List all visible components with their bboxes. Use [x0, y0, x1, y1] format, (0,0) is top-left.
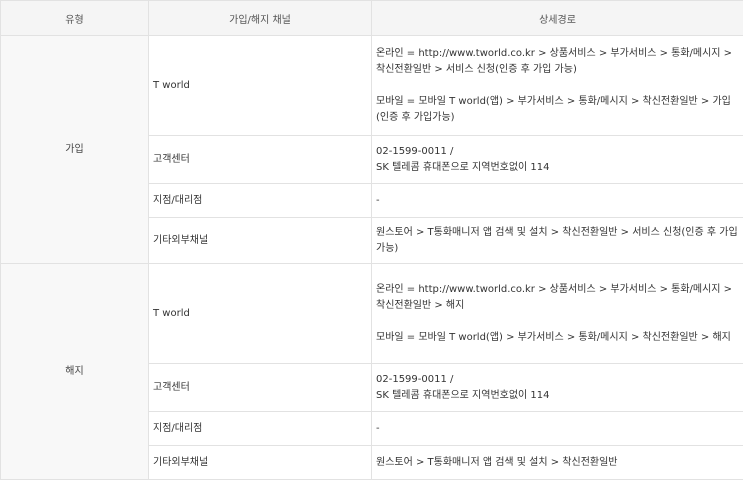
- channel-tworld: T world: [148, 35, 372, 136]
- table-header-row: 유형 가입/해지 채널 상세경로: [0, 0, 743, 36]
- phone-number: 02-1599-0011 /: [376, 145, 454, 157]
- table-row: 해지 T world 온라인 = http://www.tworld.co.kr…: [0, 263, 743, 480]
- detail-external: 원스토어 > T통화매니저 앱 검색 및 설치 > 착신전환일반 > 서비스 신…: [371, 217, 743, 264]
- detail-customer-center: 02-1599-0011 / SK 텔레콤 휴대폰으로 지역번호없이 114: [371, 363, 743, 412]
- online-path: 온라인 = http://www.tworld.co.kr > 상품서비스 > …: [376, 47, 733, 75]
- type-cancel: 해지: [0, 263, 149, 480]
- header-type: 유형: [0, 0, 149, 36]
- channel-tworld: T world: [148, 263, 372, 364]
- detail-branch: -: [371, 183, 743, 218]
- channel-customer-center: 고객센터: [148, 363, 372, 412]
- phone-note: SK 텔레콤 휴대폰으로 지역번호없이 114: [376, 389, 550, 401]
- type-subscribe: 가입: [0, 35, 149, 264]
- detail-branch: -: [371, 411, 743, 446]
- header-detail: 상세경로: [371, 0, 743, 36]
- channel-table: 유형 가입/해지 채널 상세경로 가입 T world 온라인 = http:/…: [0, 0, 743, 480]
- channel-external: 기타외부채널: [148, 445, 372, 480]
- detail-customer-center: 02-1599-0011 / SK 텔레콤 휴대폰으로 지역번호없이 114: [371, 135, 743, 184]
- mobile-path: 모바일 = 모바일 T world(앱) > 부가서비스 > 통화/메시지 > …: [376, 331, 731, 343]
- detail-external: 원스토어 > T통화매니저 앱 검색 및 설치 > 착신전환일반: [371, 445, 743, 480]
- phone-note: SK 텔레콤 휴대폰으로 지역번호없이 114: [376, 161, 550, 173]
- channel-branch: 지점/대리점: [148, 411, 372, 446]
- channel-external: 기타외부채널: [148, 217, 372, 264]
- channel-customer-center: 고객센터: [148, 135, 372, 184]
- detail-tworld: 온라인 = http://www.tworld.co.kr > 상품서비스 > …: [371, 35, 743, 136]
- channel-branch: 지점/대리점: [148, 183, 372, 218]
- phone-number: 02-1599-0011 /: [376, 373, 454, 385]
- online-path: 온라인 = http://www.tworld.co.kr > 상품서비스 > …: [376, 283, 733, 311]
- table-row: 가입 T world 온라인 = http://www.tworld.co.kr…: [0, 35, 743, 264]
- header-channel: 가입/해지 채널: [148, 0, 372, 36]
- detail-tworld: 온라인 = http://www.tworld.co.kr > 상품서비스 > …: [371, 263, 743, 364]
- mobile-path: 모바일 = 모바일 T world(앱) > 부가서비스 > 통화/메시지 > …: [376, 95, 731, 123]
